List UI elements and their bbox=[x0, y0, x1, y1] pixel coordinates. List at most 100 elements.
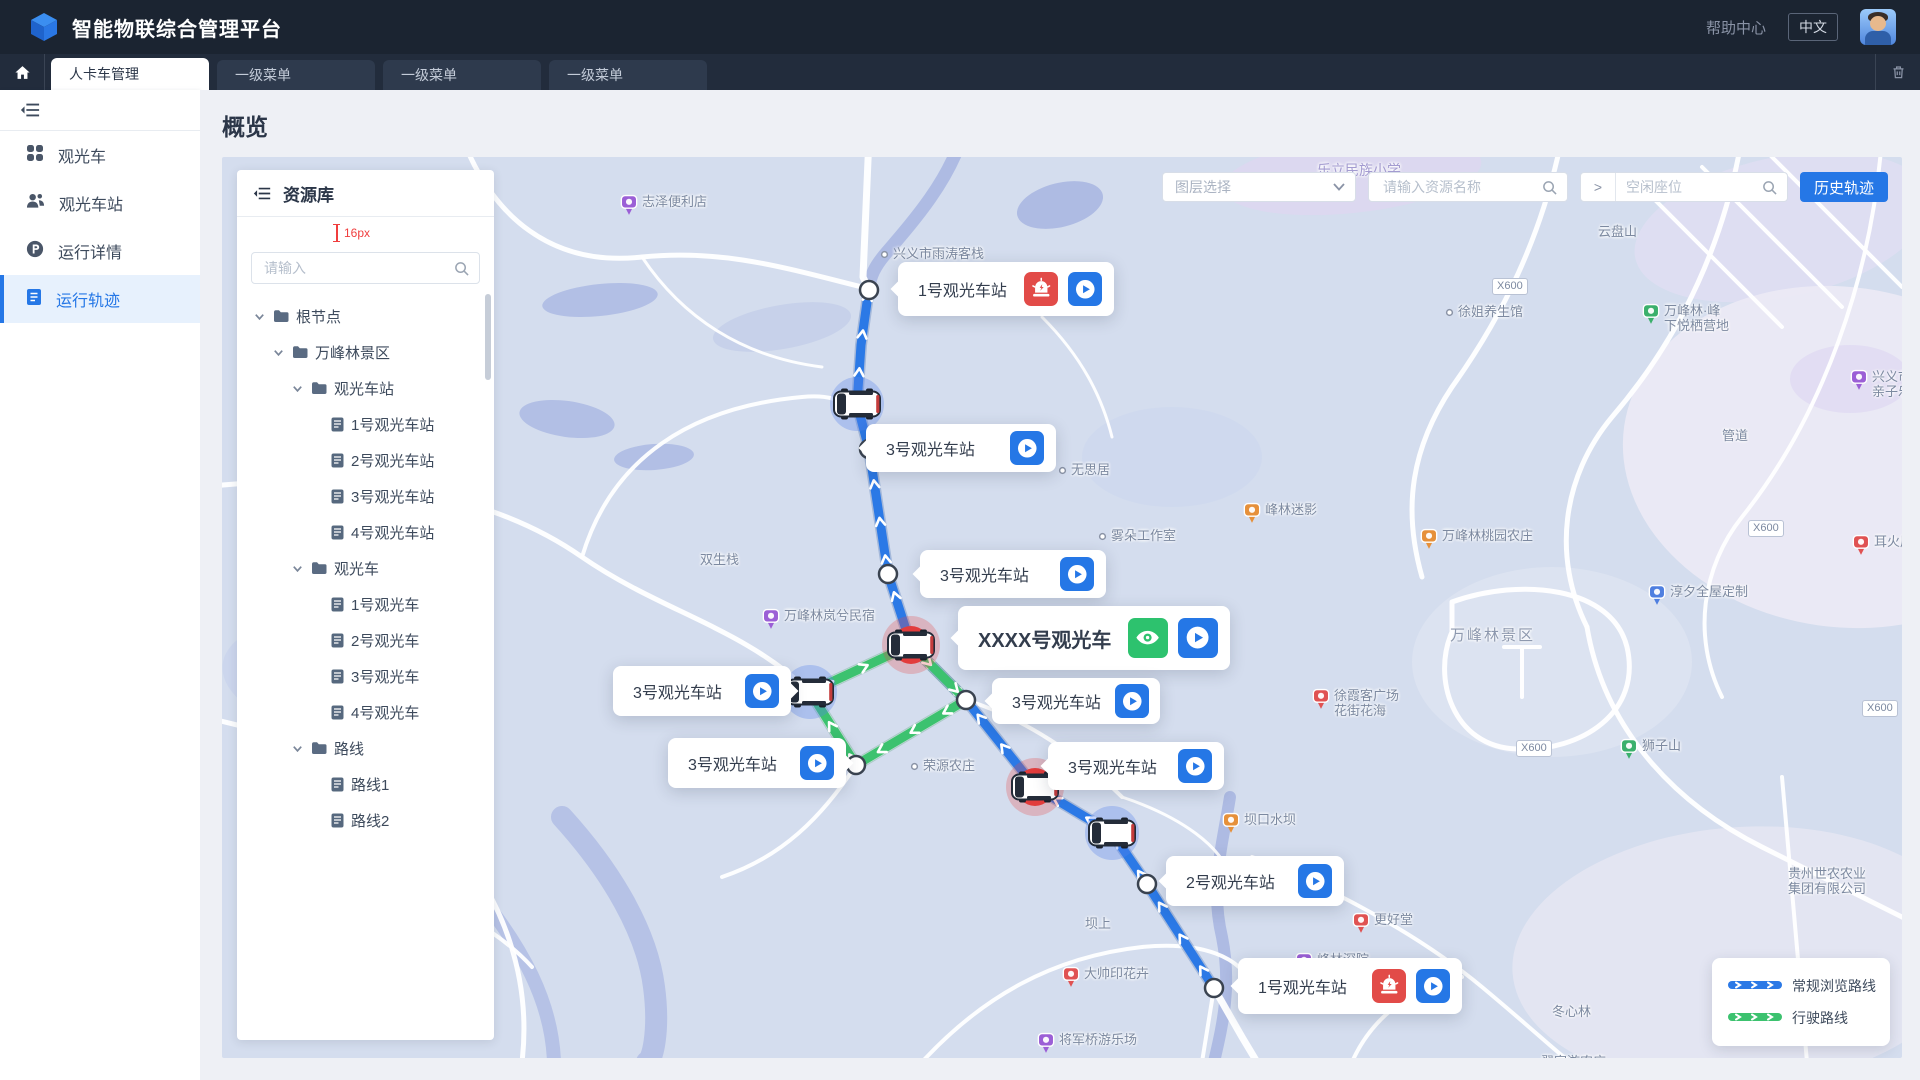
bus-icon bbox=[888, 630, 934, 661]
card-play-button[interactable] bbox=[1178, 618, 1218, 658]
search-icon[interactable] bbox=[454, 261, 469, 276]
station-card-1号观光车站-9[interactable]: 1号观光车站 bbox=[1238, 958, 1462, 1014]
chevron-down-icon[interactable] bbox=[253, 310, 266, 323]
free-seat-input[interactable] bbox=[1616, 178, 1762, 196]
station-card-3号观光车站-1[interactable]: 3号观光车站 bbox=[866, 424, 1056, 472]
station-card-3号观光车站-4[interactable]: 3号观光车站 bbox=[613, 666, 791, 716]
resource-name-input[interactable] bbox=[1381, 178, 1536, 196]
close-tabs-button[interactable] bbox=[1875, 54, 1920, 90]
waypoint-dot-0[interactable] bbox=[860, 281, 878, 299]
side-windows bbox=[802, 680, 826, 683]
card-label: 3号观光车站 bbox=[1068, 754, 1157, 778]
help-center-link[interactable]: 帮助中心 bbox=[1706, 17, 1766, 38]
tree-row-3号观光车[interactable]: 3号观光车 bbox=[237, 658, 484, 694]
tree-row-观光车站[interactable]: 观光车站 bbox=[237, 370, 484, 406]
tree-row-万峰林景区[interactable]: 万峰林景区 bbox=[237, 334, 484, 370]
chevron-down-icon[interactable] bbox=[291, 382, 304, 395]
card-play-button[interactable] bbox=[1060, 557, 1094, 591]
tail-light bbox=[876, 395, 879, 413]
folder-icon bbox=[292, 345, 308, 359]
tab-list: 人卡车管理一级菜单一级菜单一级菜单 bbox=[51, 54, 707, 90]
resource-tree: 根节点万峰林景区观光车站1号观光车站 2号观光车站 3号观光车站4号观光车站观光车1… bbox=[237, 298, 484, 1032]
card-play-button[interactable] bbox=[1416, 969, 1450, 1003]
tab-item-0[interactable]: 人卡车管理 bbox=[51, 58, 209, 90]
tree-row-1号观光车站[interactable]: 1号观光车站 bbox=[237, 406, 484, 442]
station-card-1号观光车站-0[interactable]: 1号观光车站 bbox=[898, 262, 1114, 316]
waypoint-dot-3[interactable] bbox=[957, 691, 975, 709]
tree-row-观光车[interactable]: 观光车 bbox=[237, 550, 484, 586]
station-card-3号观光车站-5[interactable]: 3号观光车站 bbox=[992, 678, 1160, 724]
app-header: 智能物联综合管理平台 帮助中心 中文 bbox=[0, 0, 1920, 54]
user-avatar[interactable] bbox=[1860, 9, 1896, 45]
tree-search-input[interactable] bbox=[262, 259, 448, 277]
language-button[interactable]: 中文 bbox=[1788, 13, 1838, 41]
station-card-XXXX号观光车-3[interactable]: XXXX号观光车 bbox=[958, 606, 1230, 670]
card-buttons bbox=[1010, 431, 1044, 465]
vehicle-marker-4[interactable] bbox=[1085, 806, 1139, 860]
card-play-button[interactable] bbox=[1115, 684, 1149, 718]
tree-row-3号观光车站[interactable]: 3号观光车站 bbox=[237, 478, 484, 514]
tree-row-4号观光车站[interactable]: 4号观光车站 bbox=[237, 514, 484, 550]
map-canvas[interactable]: 志泽便利店兴义市雨涛客栈乐立民族小学云盘山徐姐养生馆万峰林·峰下悦栖营地兴义市亲… bbox=[222, 157, 1902, 1058]
chevron-down-icon[interactable] bbox=[291, 562, 304, 575]
tree-node-label: 路线2 bbox=[351, 810, 389, 831]
folder-icon bbox=[311, 741, 327, 755]
sidebar-item-观光车[interactable]: 观光车 bbox=[0, 131, 200, 179]
vehicle-marker-0[interactable] bbox=[830, 377, 884, 431]
sidebar-item-观光车站[interactable]: 观光车站 bbox=[0, 179, 200, 227]
card-play-button[interactable] bbox=[1010, 431, 1044, 465]
home-button[interactable] bbox=[0, 54, 45, 90]
tab-item-1[interactable]: 一级菜单 bbox=[217, 60, 375, 90]
card-alarm-button[interactable] bbox=[1024, 272, 1058, 306]
card-play-button[interactable] bbox=[1178, 749, 1212, 783]
card-play-button[interactable] bbox=[745, 674, 779, 708]
card-play-button[interactable] bbox=[1068, 272, 1102, 306]
chevron-down-icon[interactable] bbox=[291, 742, 304, 755]
search-icon[interactable] bbox=[1762, 180, 1777, 195]
tree-row-1号观光车[interactable]: 1号观光车 bbox=[237, 586, 484, 622]
tab-item-2[interactable]: 一级菜单 bbox=[383, 60, 541, 90]
tree-row-2号观光车站[interactable]: 2号观光车站 bbox=[237, 442, 484, 478]
legend-line-sample bbox=[1728, 977, 1782, 995]
resource-panel: 资源库 16px 根节点万峰林景区观光车站1号观光车站2号观光车站3号观光车站4… bbox=[237, 170, 494, 1040]
history-track-button[interactable]: 历史轨迹 bbox=[1800, 172, 1888, 202]
side-windows bbox=[1104, 842, 1128, 845]
card-eye-button[interactable] bbox=[1128, 618, 1168, 658]
app-logo-icon bbox=[30, 12, 58, 42]
seat-operator[interactable]: > bbox=[1581, 173, 1616, 201]
card-play-button[interactable] bbox=[800, 746, 834, 780]
waypoint-dot-2[interactable] bbox=[879, 565, 897, 583]
tree-row-路线2[interactable]: 路线2 bbox=[237, 802, 484, 838]
tree-row-4号观光车[interactable]: 4号观光车 bbox=[237, 694, 484, 730]
station-card-3号观光车站-7[interactable]: 3号观光车站 bbox=[1048, 742, 1224, 790]
tree-row-2号观光车[interactable]: 2号观光车 bbox=[237, 622, 484, 658]
sidebar-item-label: 运行轨迹 bbox=[56, 287, 120, 311]
collapse-icon bbox=[20, 102, 40, 118]
station-card-3号观光车站-2[interactable]: 3号观光车站 bbox=[920, 550, 1106, 598]
windshield bbox=[891, 635, 900, 656]
tree-row-路线1[interactable]: 路线1 bbox=[237, 766, 484, 802]
station-card-3号观光车站-6[interactable]: 3号观光车站 bbox=[668, 738, 846, 788]
collapse-icon[interactable] bbox=[253, 186, 271, 201]
legend-row-0: 常规浏览路线 bbox=[1728, 976, 1890, 996]
tree-scrollbar[interactable] bbox=[485, 294, 491, 380]
tab-item-3[interactable]: 一级菜单 bbox=[549, 60, 707, 90]
tree-row-根节点[interactable]: 根节点 bbox=[237, 298, 484, 334]
tree-node-label: 路线 bbox=[334, 738, 364, 759]
chevron-down-icon[interactable] bbox=[272, 346, 285, 359]
card-alarm-button[interactable] bbox=[1372, 969, 1406, 1003]
card-buttons bbox=[1298, 864, 1332, 898]
tree-node-label: 2号观光车站 bbox=[351, 450, 434, 471]
search-icon[interactable] bbox=[1542, 180, 1557, 195]
card-play-button[interactable] bbox=[1298, 864, 1332, 898]
sidebar-item-运行轨迹[interactable]: 运行轨迹 bbox=[0, 275, 200, 323]
sidebar-collapse-button[interactable] bbox=[0, 90, 200, 131]
tree-row-路线[interactable]: 路线 bbox=[237, 730, 484, 766]
layer-select-dropdown[interactable]: 图层选择 bbox=[1162, 172, 1356, 202]
waypoint-dot-6[interactable] bbox=[1205, 979, 1223, 997]
windshield bbox=[1092, 823, 1101, 844]
sidebar-item-运行详情[interactable]: 运行详情 bbox=[0, 227, 200, 275]
station-card-2号观光车站-8[interactable]: 2号观光车站 bbox=[1166, 856, 1344, 906]
vehicle-marker-2[interactable] bbox=[882, 616, 940, 674]
waypoint-dot-5[interactable] bbox=[1138, 875, 1156, 893]
